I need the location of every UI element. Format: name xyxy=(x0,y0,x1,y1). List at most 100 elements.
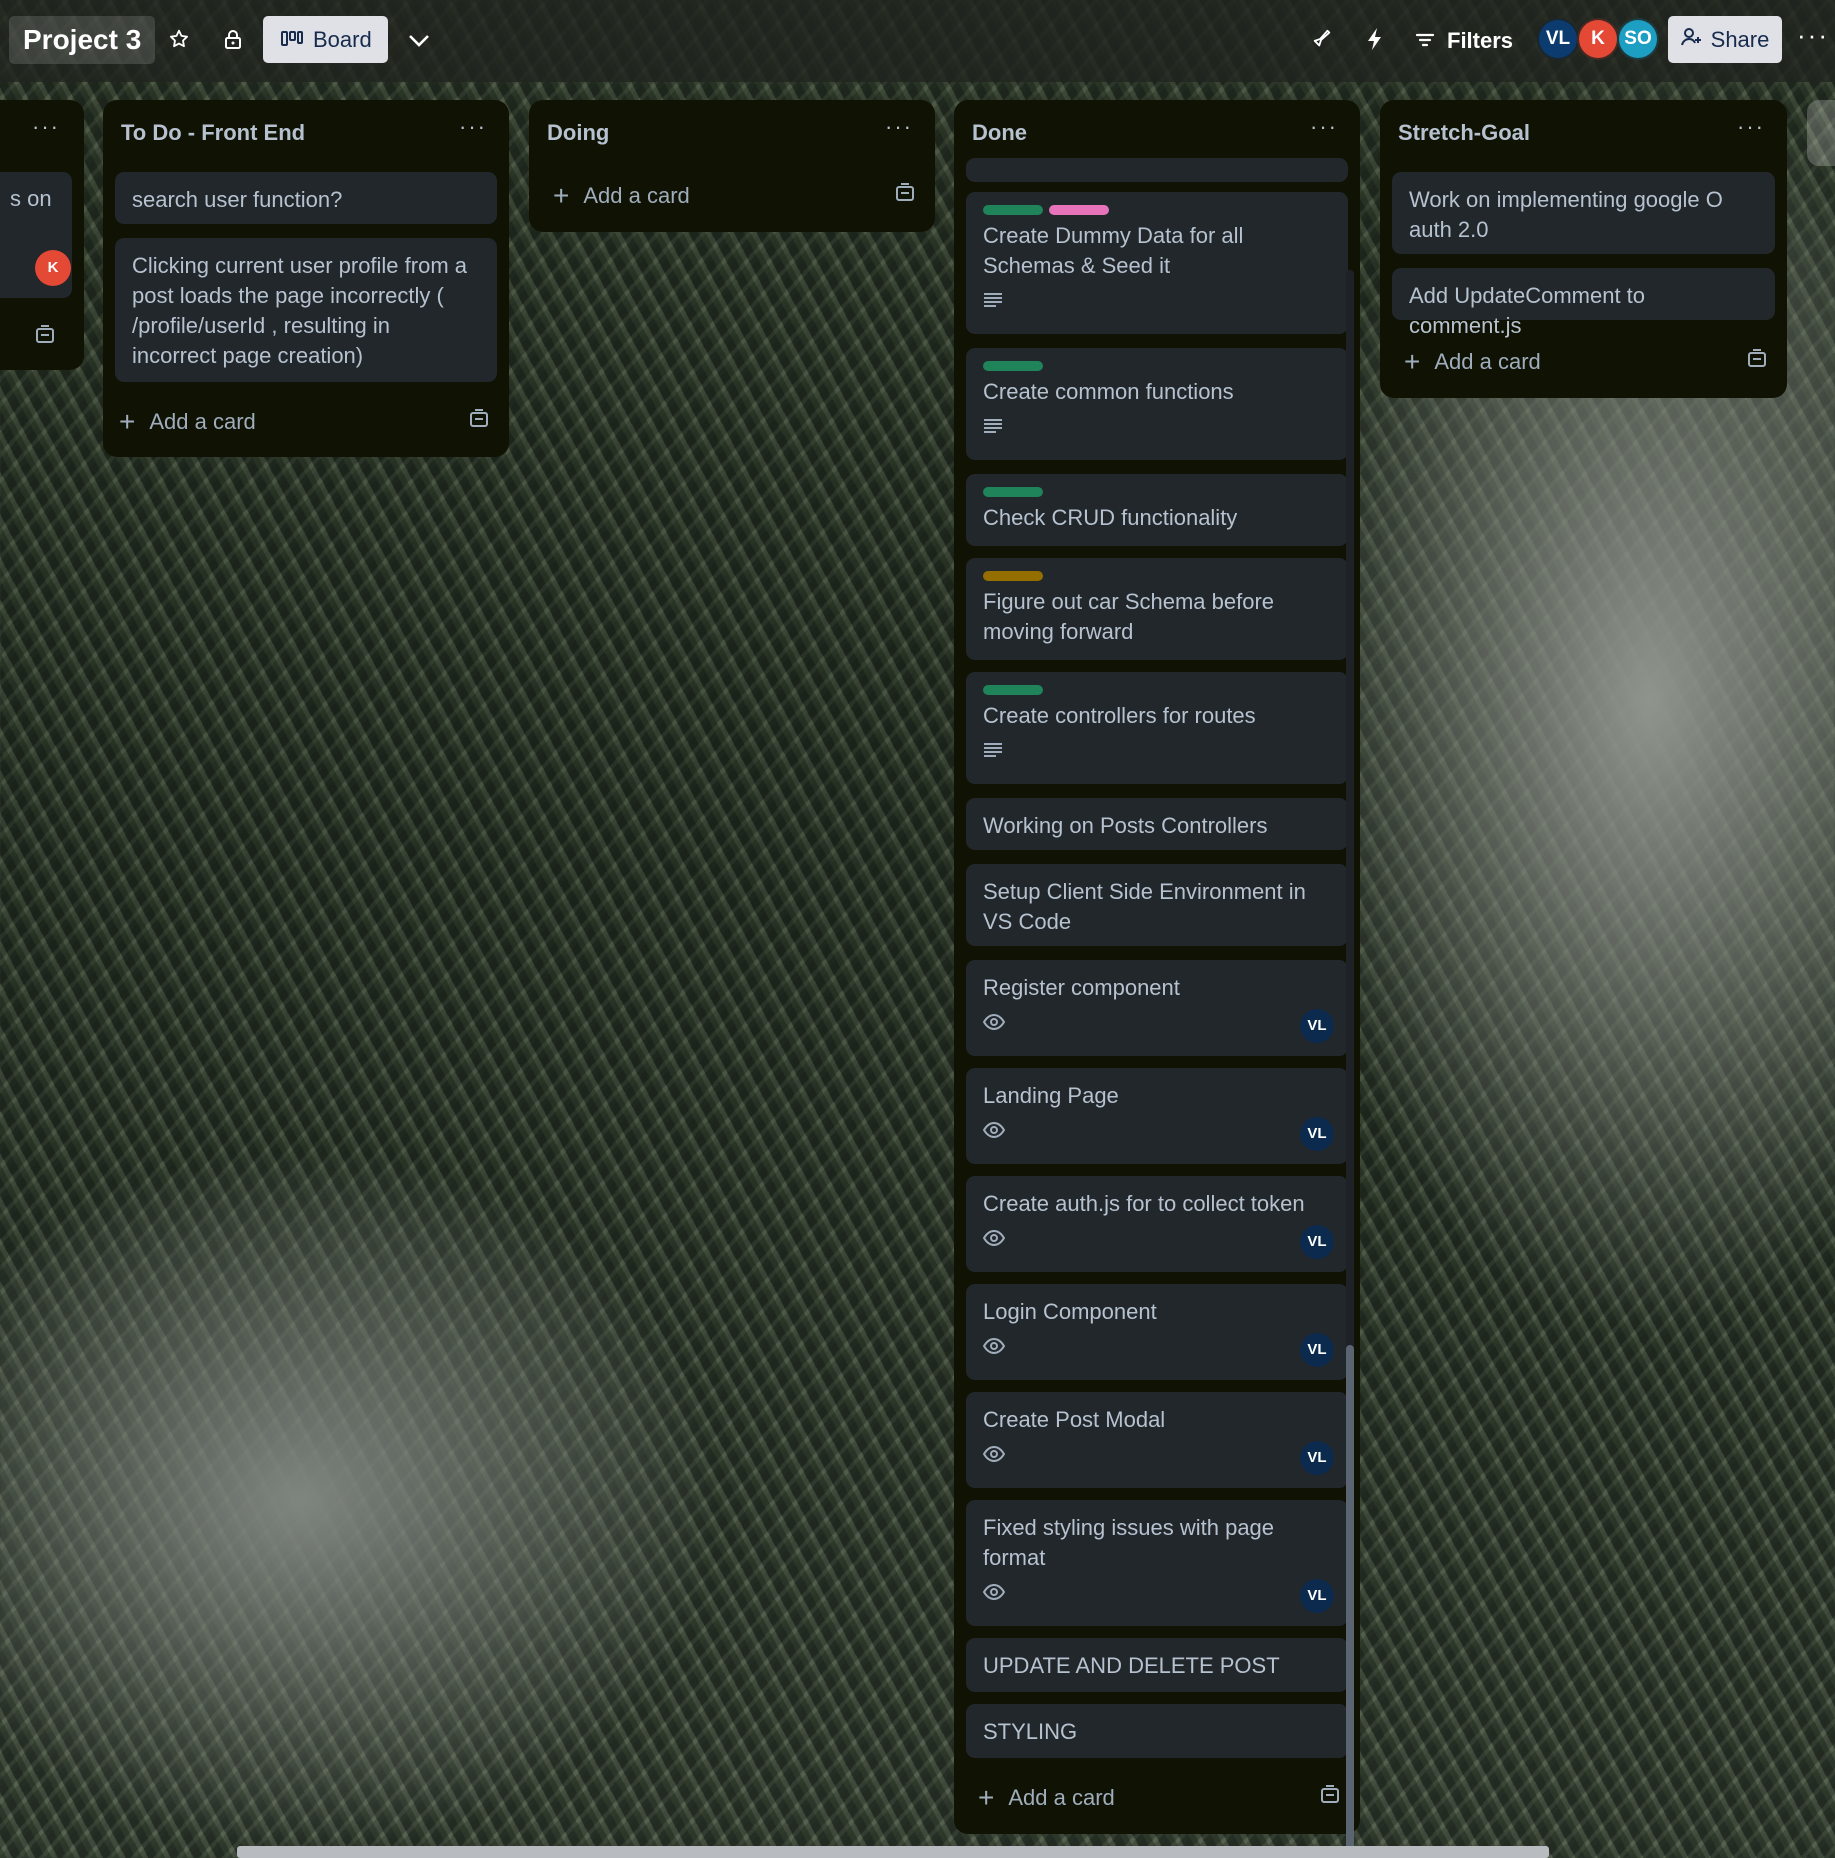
list-card[interactable]: Register component VL xyxy=(966,960,1348,1056)
list-card[interactable]: UPDATE AND DELETE POST xyxy=(966,1638,1348,1692)
add-card-button[interactable]: + Add a card xyxy=(119,402,493,442)
board-title[interactable]: Project 3 xyxy=(9,16,156,64)
list-header: Done ··· xyxy=(954,100,1360,158)
board-view-label: Board xyxy=(313,26,372,52)
list-card[interactable]: s on K xyxy=(0,172,72,298)
card-member-avatar[interactable]: VL xyxy=(1300,1117,1334,1151)
card-label[interactable] xyxy=(983,205,1043,215)
member-avatar-so[interactable]: SO xyxy=(1617,18,1659,60)
list-menu-icon[interactable]: ··· xyxy=(459,114,487,140)
list-card[interactable]: Fixed styling issues with page format VL xyxy=(966,1500,1348,1626)
list-menu-icon[interactable]: ··· xyxy=(1737,114,1765,140)
card-member-avatar[interactable]: VL xyxy=(1300,1009,1334,1043)
list-card[interactable]: Working on Posts Controllers xyxy=(966,798,1348,850)
card-label[interactable] xyxy=(1049,205,1109,215)
list-card[interactable]: search user function? xyxy=(115,172,497,224)
list-card[interactable]: Add UpdateComment to comment.js xyxy=(1392,268,1775,338)
list-header: Doing ··· xyxy=(529,100,935,158)
add-card-button[interactable]: + Add a card xyxy=(553,176,919,216)
eye-icon xyxy=(983,1580,1007,1604)
template-icon[interactable] xyxy=(35,325,55,351)
list-card[interactable]: Create controllers for routes xyxy=(966,672,1348,784)
star-icon[interactable] xyxy=(162,22,196,56)
card-title: Setup Client Side Environment in VS Code xyxy=(983,879,1306,934)
share-label: Share xyxy=(1710,26,1770,52)
list-card[interactable]: STYLING xyxy=(966,1704,1348,1758)
board-view-button[interactable]: Board xyxy=(263,16,388,63)
card-labels xyxy=(983,361,1331,371)
card-label[interactable] xyxy=(983,571,1043,581)
card-labels xyxy=(983,571,1331,581)
board-horizontal-scrollbar[interactable] xyxy=(237,1846,1549,1858)
member-avatar-vl[interactable]: VL xyxy=(1537,18,1579,60)
card-label[interactable] xyxy=(983,361,1043,371)
card-member-avatar[interactable]: VL xyxy=(1300,1441,1334,1475)
card-title: Check CRUD functionality xyxy=(983,505,1238,530)
template-icon[interactable] xyxy=(1747,349,1767,375)
list-card[interactable]: Create common functions xyxy=(966,348,1348,460)
lock-icon[interactable] xyxy=(216,22,250,56)
list-card[interactable]: Login Component VL xyxy=(966,1284,1348,1380)
template-icon[interactable] xyxy=(1320,1785,1340,1811)
list-title[interactable]: Done xyxy=(972,120,1027,146)
add-card-label: Add a card xyxy=(583,183,690,208)
card-label[interactable] xyxy=(983,685,1043,695)
card-title: Clicking current user profile from a pos… xyxy=(132,253,468,368)
list-done: Done ··· Create Dummy Data for all Schem… xyxy=(954,100,1360,1850)
card-title: Register component xyxy=(983,975,1180,1000)
list-card[interactable]: Create auth.js for to collect token VL xyxy=(966,1176,1348,1272)
list-menu-icon[interactable]: ··· xyxy=(885,114,913,140)
list-card[interactable] xyxy=(966,158,1348,182)
eye-icon xyxy=(983,1226,1007,1250)
card-label[interactable] xyxy=(983,487,1043,497)
plus-icon: + xyxy=(553,180,570,211)
list-scrollbar-thumb[interactable] xyxy=(1346,1345,1354,1850)
add-card-button[interactable]: + Add a card xyxy=(978,1778,1344,1818)
card-member-avatar[interactable]: VL xyxy=(1300,1333,1334,1367)
card-title: Create auth.js for to collect token xyxy=(983,1191,1305,1216)
list-header: To Do - Front End ··· xyxy=(103,100,509,158)
list-card[interactable]: Work on implementing google O auth 2.0 xyxy=(1392,172,1775,254)
list-stretch-goal: Stretch-Goal ··· Work on implementing go… xyxy=(1380,100,1787,398)
list-card[interactable]: Create Dummy Data for all Schemas & Seed… xyxy=(966,192,1348,334)
eye-icon xyxy=(983,1010,1007,1034)
add-list-button[interactable] xyxy=(1807,100,1835,166)
list-title[interactable]: Stretch-Goal xyxy=(1398,120,1530,146)
eye-icon xyxy=(983,1334,1007,1358)
list-title[interactable]: To Do - Front End xyxy=(121,120,305,146)
list-menu-icon[interactable]: ··· xyxy=(32,114,60,140)
template-icon[interactable] xyxy=(469,409,489,435)
card-title: Create controllers for routes xyxy=(983,703,1256,728)
card-labels xyxy=(983,685,1331,695)
card-member-avatar: K xyxy=(35,250,71,286)
list-menu-icon[interactable]: ··· xyxy=(1310,114,1338,140)
card-title: s on xyxy=(10,186,52,211)
eye-icon xyxy=(983,1118,1007,1142)
card-title: Create Post Modal xyxy=(983,1407,1166,1432)
list-card[interactable]: Landing Page VL xyxy=(966,1068,1348,1164)
list-todo-front-end: To Do - Front End ··· search user functi… xyxy=(103,100,509,457)
rocket-icon[interactable] xyxy=(1305,22,1339,56)
list-card[interactable]: Check CRUD functionality xyxy=(966,474,1348,546)
list-card[interactable]: Setup Client Side Environment in VS Code xyxy=(966,864,1348,946)
add-card-label: Add a card xyxy=(1008,1785,1115,1810)
bolt-icon[interactable] xyxy=(1358,22,1392,56)
list-card[interactable]: Figure out car Schema before moving forw… xyxy=(966,558,1348,660)
add-card-label: Add a card xyxy=(1434,349,1541,374)
list-card[interactable]: Create Post Modal VL xyxy=(966,1392,1348,1488)
member-avatar-k[interactable]: K xyxy=(1577,18,1619,60)
card-title: UPDATE AND DELETE POST xyxy=(983,1653,1280,1678)
add-card-label: Add a card xyxy=(149,409,256,434)
list-title[interactable]: Doing xyxy=(547,120,609,146)
share-button[interactable]: Share xyxy=(1668,16,1782,63)
card-member-avatar[interactable]: VL xyxy=(1300,1225,1334,1259)
board-menu-icon[interactable]: ··· xyxy=(1797,20,1829,51)
list-card[interactable]: Clicking current user profile from a pos… xyxy=(115,238,497,382)
filters-button[interactable]: Filters xyxy=(1415,20,1513,62)
add-card-button[interactable]: + Add a card xyxy=(1404,342,1771,382)
card-title: Add UpdateComment to comment.js xyxy=(1409,283,1646,338)
card-member-avatar[interactable]: VL xyxy=(1300,1579,1334,1613)
template-icon[interactable] xyxy=(895,183,915,209)
chevron-down-icon[interactable] xyxy=(402,23,436,57)
card-title: Login Component xyxy=(983,1299,1157,1324)
